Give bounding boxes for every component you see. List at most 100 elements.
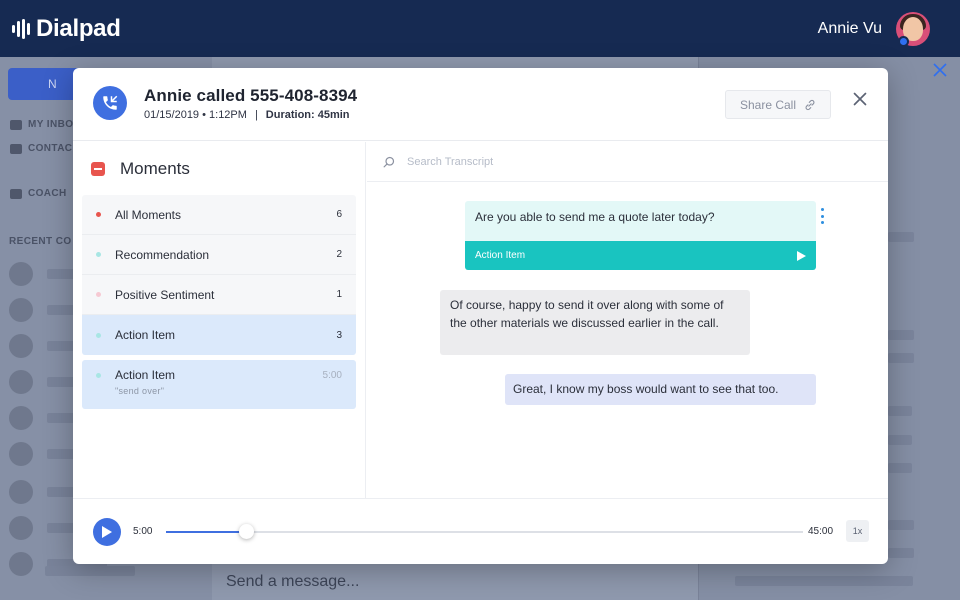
moments-panel: Moments All Moments 6 Recommendation 2 P… xyxy=(73,142,366,498)
moments-title: Moments xyxy=(120,159,190,178)
incoming-call-icon xyxy=(93,86,127,120)
close-modal-button[interactable] xyxy=(850,89,870,109)
action-item-tag[interactable]: Action Item xyxy=(465,241,816,270)
playback-slider[interactable] xyxy=(166,524,803,539)
call-date: 01/15/2019 • 1:12PM xyxy=(144,109,247,121)
call-meta: 01/15/2019 • 1:12PM | Duration: 45min xyxy=(144,109,350,121)
background-nav-coach: COACH xyxy=(10,188,67,199)
background-nav-label: COACH xyxy=(28,188,67,199)
playback-handle[interactable] xyxy=(238,524,254,539)
background-nav-contacts: CONTAC xyxy=(10,143,72,154)
search-icon xyxy=(383,156,395,167)
background-placeholder xyxy=(888,520,914,530)
moment-item-positive-sentiment[interactable]: Positive Sentiment 1 xyxy=(82,275,356,315)
recent-avatar xyxy=(9,370,33,394)
moments-header: Moments xyxy=(91,159,190,179)
user-name: Annie Vu xyxy=(817,19,882,37)
moment-label: Positive Sentiment xyxy=(115,287,215,302)
moment-detail-time: 5:00 xyxy=(322,369,342,381)
moments-icon xyxy=(91,162,105,176)
message-text: Are you able to send me a quote later to… xyxy=(465,201,816,241)
playback-speed-button[interactable]: 1x xyxy=(846,520,869,542)
more-options-icon[interactable] xyxy=(819,208,825,224)
moment-count: 2 xyxy=(336,249,342,260)
meta-separator: | xyxy=(254,109,258,121)
audio-player: 5:00 45:00 1x xyxy=(73,498,888,564)
moment-label: Recommendation xyxy=(115,247,210,262)
background-placeholder xyxy=(888,463,912,473)
transcript-message[interactable]: Great, I know my boss would want to see … xyxy=(505,374,816,405)
recent-avatar xyxy=(9,516,33,540)
play-icon xyxy=(102,526,112,538)
moment-count: 1 xyxy=(336,289,342,300)
background-nav-inbox: MY INBO xyxy=(10,119,73,130)
contacts-icon xyxy=(10,143,22,154)
search-transcript-input[interactable] xyxy=(407,155,707,168)
background-message-input: Send a message... xyxy=(212,562,698,600)
share-call-label: Share Call xyxy=(739,97,797,112)
recent-avatar xyxy=(9,334,33,358)
moment-detail-row: Action Item 5:00 xyxy=(96,368,342,382)
moment-item-all[interactable]: All Moments 6 xyxy=(82,195,356,235)
user-menu[interactable]: Annie Vu xyxy=(817,11,930,47)
link-icon xyxy=(805,99,815,110)
moment-dot xyxy=(96,372,101,378)
moment-count: 6 xyxy=(336,209,342,220)
background-nav-label: CONTAC xyxy=(28,143,73,154)
recent-avatar xyxy=(9,442,33,466)
dialpad-logo-icon xyxy=(12,18,30,39)
moment-dot xyxy=(96,332,101,338)
transcript-search xyxy=(367,142,888,182)
background-placeholder xyxy=(888,406,912,416)
moment-count: 3 xyxy=(336,329,342,341)
call-duration: Duration: 45min xyxy=(265,109,350,121)
moment-detail-label: Action Item xyxy=(115,368,176,382)
background-call-button-label: N xyxy=(48,77,57,91)
play-button[interactable] xyxy=(93,518,121,546)
avatar[interactable] xyxy=(896,11,930,47)
transcript-message[interactable]: Of course, happy to send it over along w… xyxy=(440,290,750,355)
inbox-icon xyxy=(10,119,22,130)
transcript-panel: Are you able to send me a quote later to… xyxy=(367,142,888,498)
top-bar: Dialpad Annie Vu xyxy=(0,0,960,57)
playback-progress xyxy=(166,531,246,533)
recent-avatar xyxy=(9,480,33,504)
moment-detail-quote: "send over" xyxy=(115,386,165,396)
modal-header: Annie called 555-408-8394 01/15/2019 • 1… xyxy=(73,68,888,141)
share-call-button[interactable]: Share Call xyxy=(725,90,831,119)
tag-label: Action Item xyxy=(475,249,526,261)
moment-detail-card[interactable]: Action Item 5:00 "send over" xyxy=(82,360,356,409)
background-nav-label: MY INBO xyxy=(28,119,74,130)
recent-avatar xyxy=(9,406,33,430)
moment-dot xyxy=(96,212,101,217)
coach-icon xyxy=(10,188,22,199)
background-placeholder xyxy=(888,330,914,340)
background-placeholder xyxy=(888,548,914,558)
transcript-message[interactable]: Are you able to send me a quote later to… xyxy=(465,201,816,270)
moment-dot xyxy=(96,252,101,257)
call-details-modal: Annie called 555-408-8394 01/15/2019 • 1… xyxy=(73,68,888,564)
recent-avatar xyxy=(9,262,33,286)
brand-logo[interactable]: Dialpad xyxy=(12,15,121,43)
play-icon xyxy=(797,250,806,261)
background-placeholder xyxy=(888,435,912,445)
moments-list: All Moments 6 Recommendation 2 Positive … xyxy=(82,195,356,355)
close-icon xyxy=(853,92,867,106)
background-placeholder xyxy=(45,566,135,576)
presence-dot xyxy=(898,35,909,47)
background-close-icon xyxy=(932,62,950,80)
background-placeholder xyxy=(888,232,914,242)
moment-item-recommendation[interactable]: Recommendation 2 xyxy=(82,235,356,275)
background-recent-label: RECENT CO xyxy=(9,236,72,247)
call-title: Annie called 555-408-8394 xyxy=(144,86,358,105)
moment-dot xyxy=(96,292,101,297)
background-placeholder xyxy=(888,353,914,363)
background-placeholder xyxy=(735,576,913,586)
current-time: 5:00 xyxy=(133,526,153,537)
total-time: 45:00 xyxy=(808,526,834,537)
brand-name: Dialpad xyxy=(36,14,121,42)
moment-label: Action Item xyxy=(115,328,176,342)
moment-item-action-item[interactable]: Action Item 3 xyxy=(82,315,356,355)
recent-avatar xyxy=(9,298,33,322)
recent-avatar xyxy=(9,552,33,576)
